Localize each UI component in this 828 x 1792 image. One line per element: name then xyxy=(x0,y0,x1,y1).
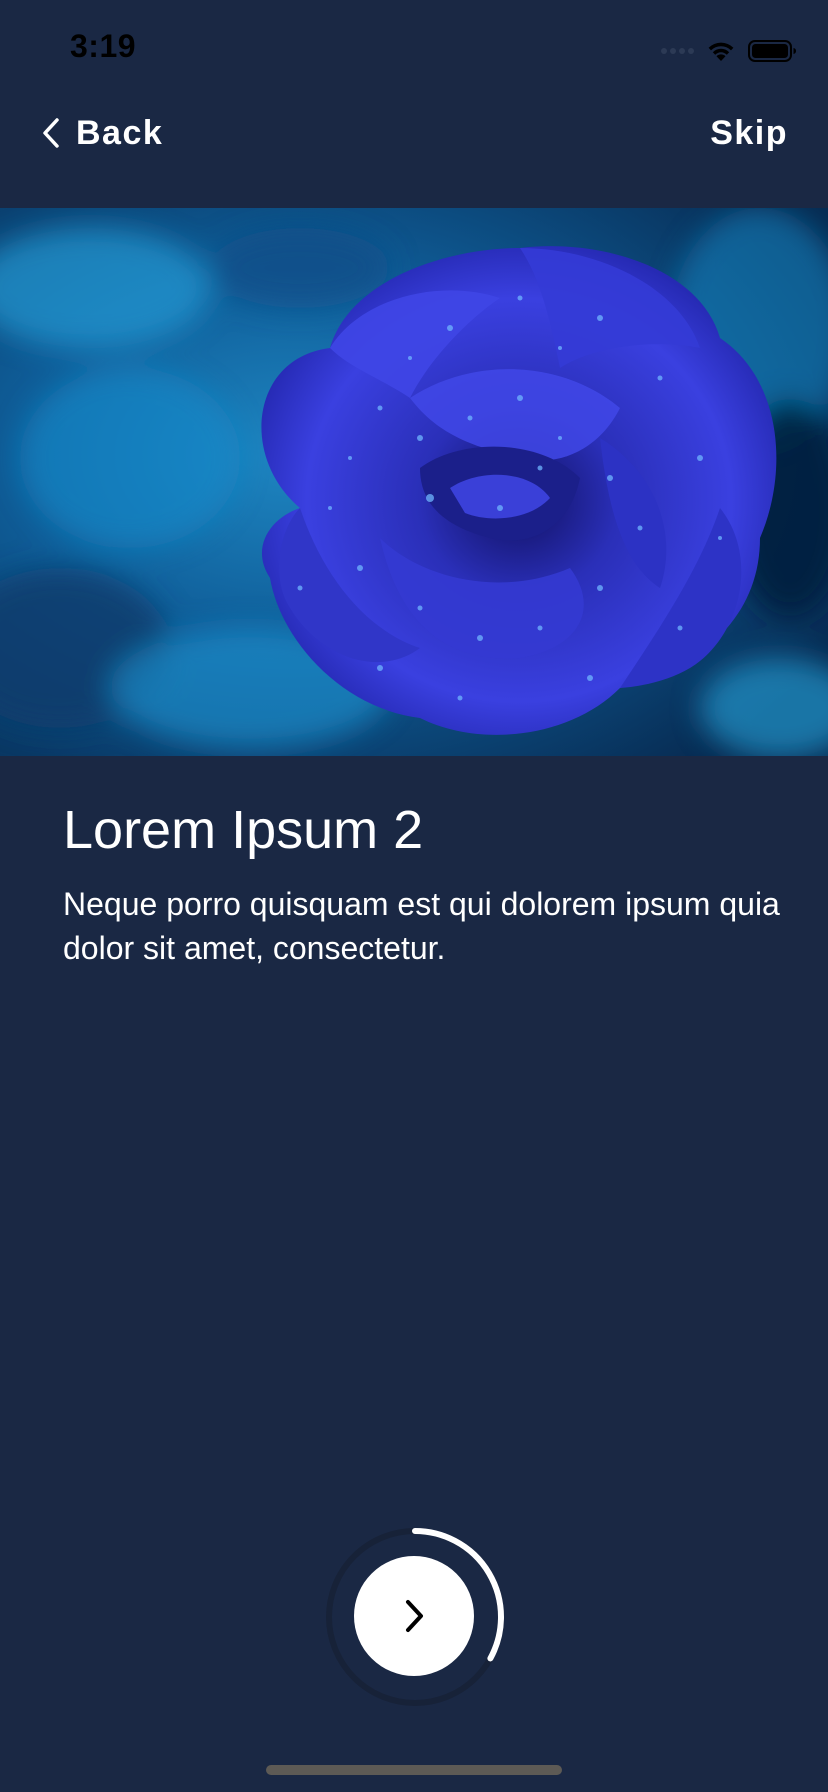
wifi-icon xyxy=(708,42,734,61)
skip-button[interactable]: Skip xyxy=(710,108,788,158)
back-button[interactable]: Back xyxy=(40,108,163,158)
status-time: 3:19 xyxy=(70,28,137,64)
next-button-container xyxy=(322,1524,508,1710)
back-label: Back xyxy=(76,113,164,152)
page-title: Lorem Ipsum 2 xyxy=(63,800,424,860)
signal-dots-icon xyxy=(661,48,694,54)
next-button[interactable] xyxy=(354,1556,474,1676)
chevron-left-icon xyxy=(43,118,59,148)
chevron-right-icon xyxy=(406,1600,423,1632)
hero-image xyxy=(0,208,828,756)
onboarding-screen: 3:19 Back Skip Lorem Ipsum 2 Neque porro… xyxy=(0,0,828,1792)
status-bar: 3:19 xyxy=(0,0,828,100)
home-indicator xyxy=(266,1765,562,1775)
status-indicators xyxy=(661,36,798,66)
battery-icon xyxy=(748,40,796,62)
page-description: Neque porro quisquam est qui dolorem ips… xyxy=(63,886,780,966)
